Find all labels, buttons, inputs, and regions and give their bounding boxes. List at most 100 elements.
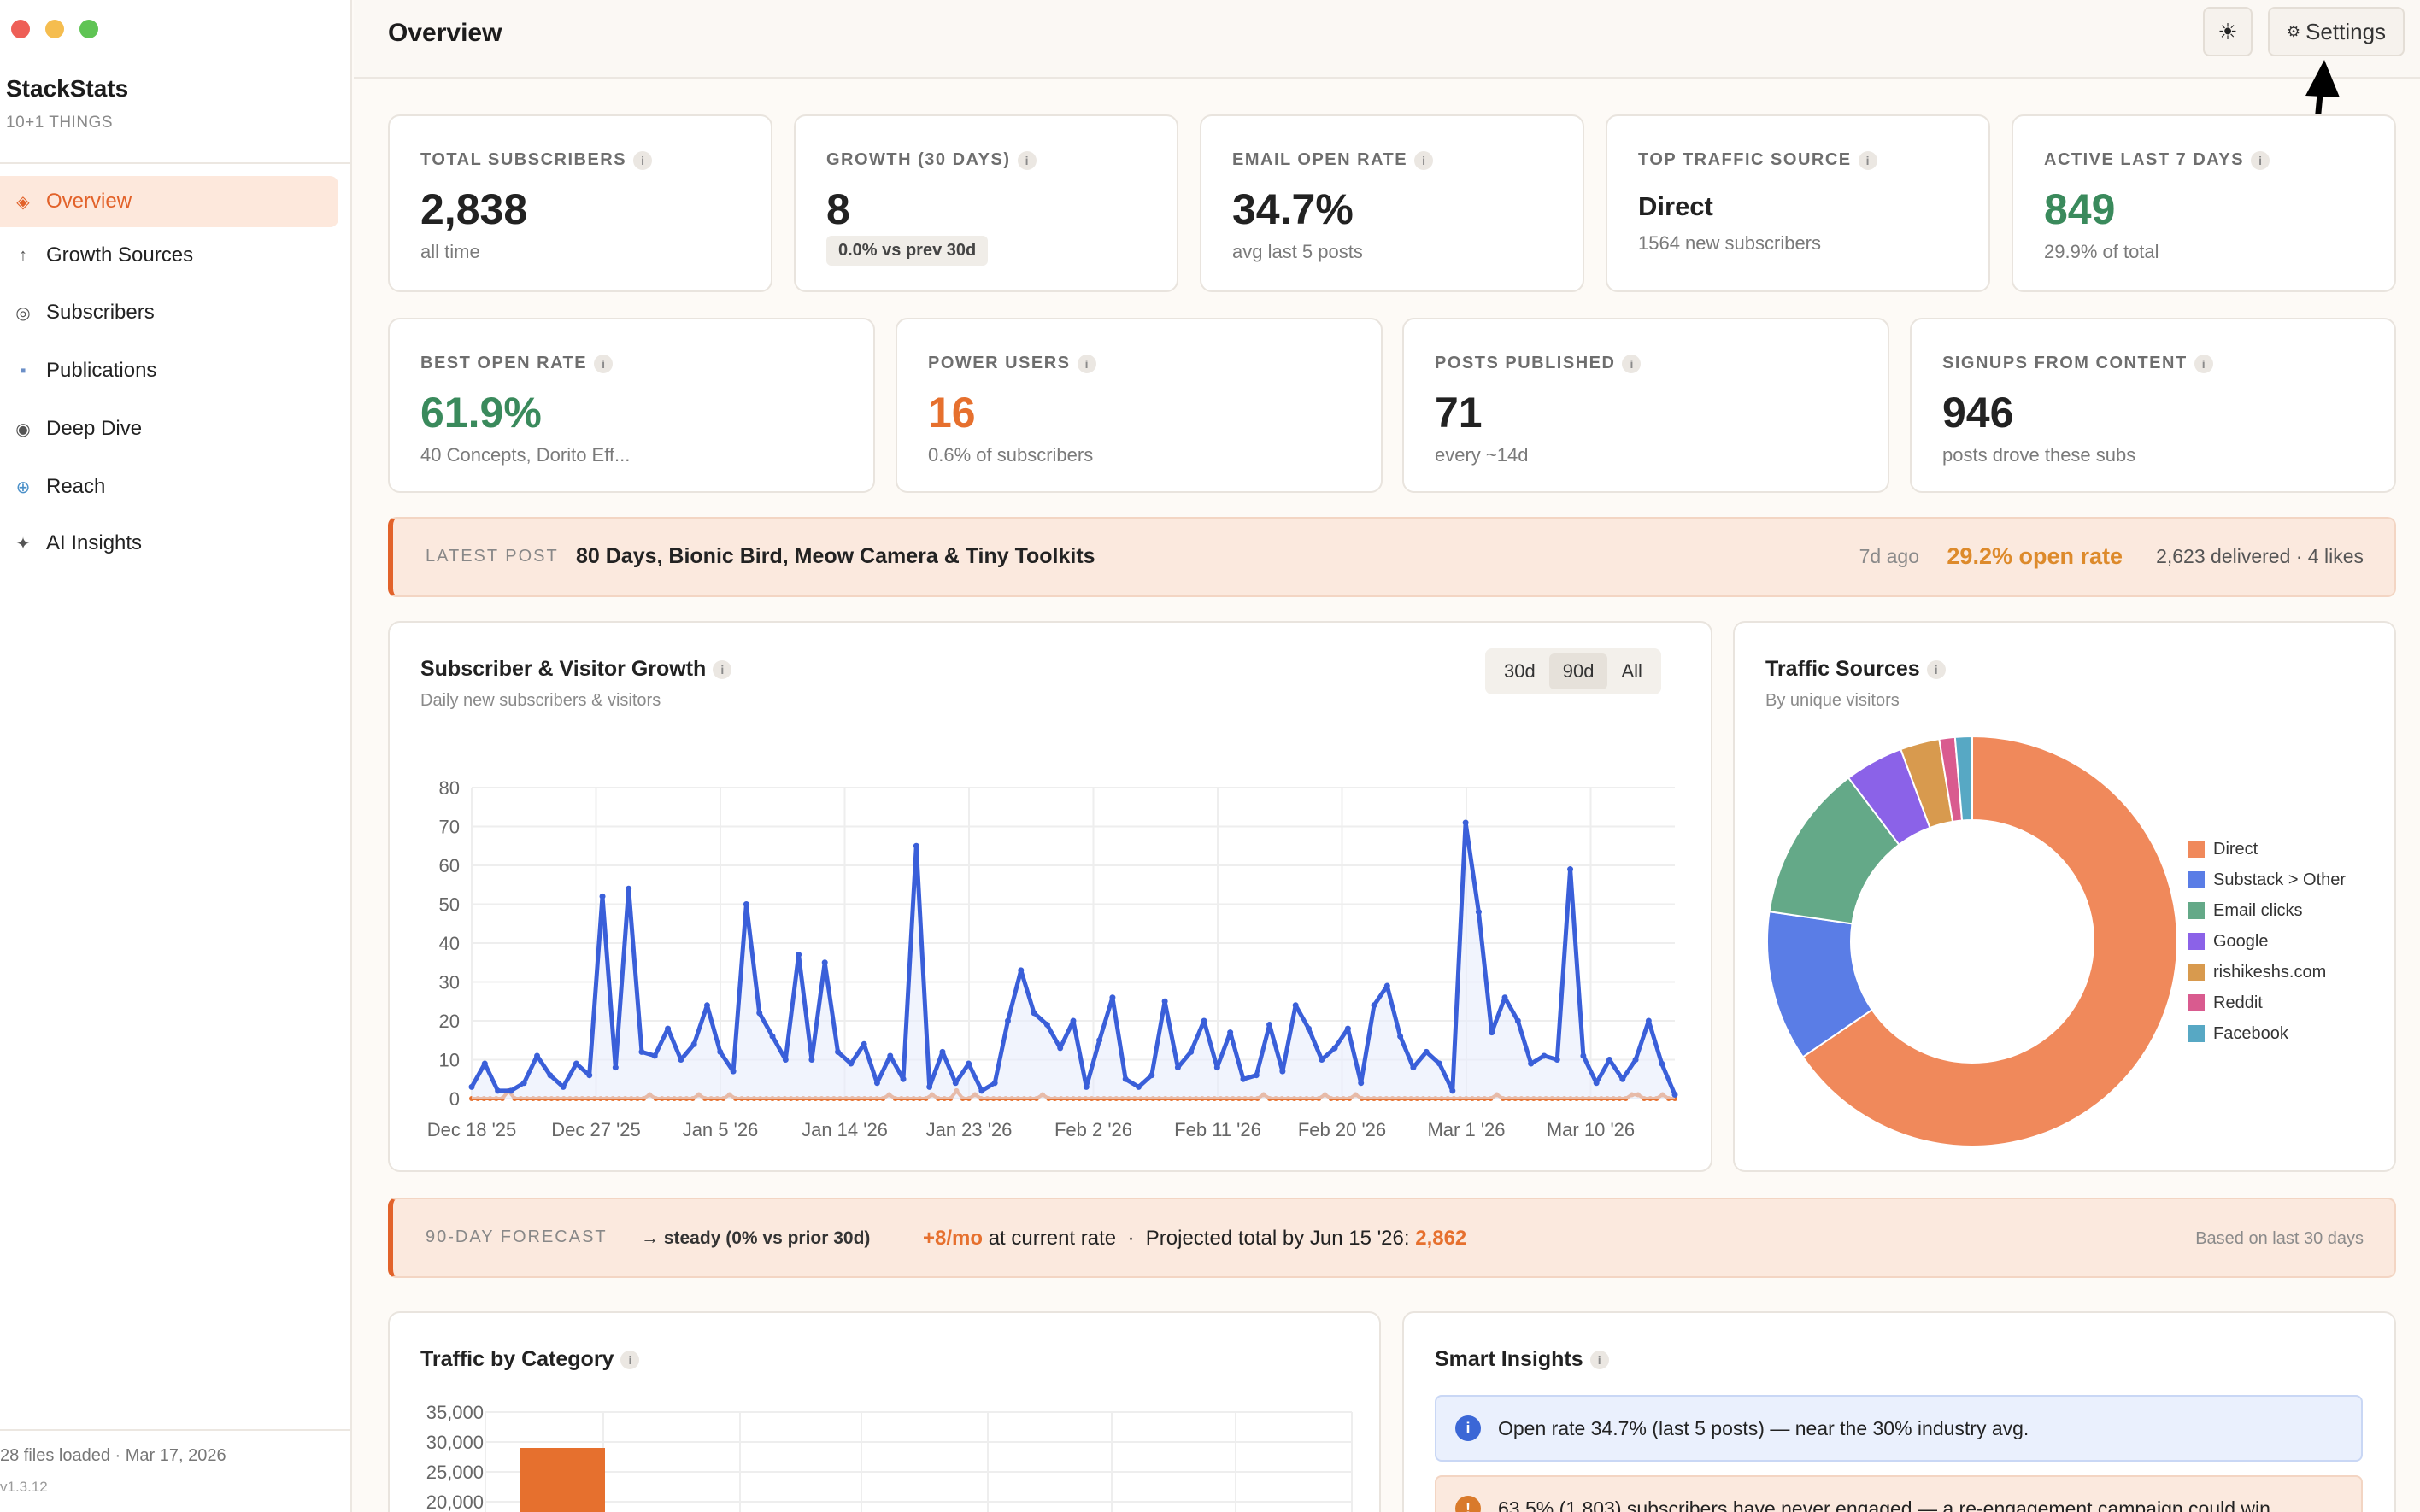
sidebar-item-ai-insights[interactable]: ✦ AI Insights: [0, 518, 338, 569]
range-all-button[interactable]: All: [1607, 653, 1655, 689]
window-minimize-button[interactable]: [45, 20, 64, 38]
unique-visitors-point: [1240, 1075, 1247, 1082]
unique-visitors-point: [743, 901, 749, 907]
info-icon[interactable]: i: [1622, 354, 1642, 373]
stat-label-text: TOP TRAFFIC SOURCE: [1638, 150, 1852, 169]
unique-visitors-point: [1383, 982, 1390, 989]
info-icon[interactable]: i: [1077, 354, 1096, 373]
donut-legend-label: Direct: [2213, 840, 2258, 859]
y-tick-label: 20: [439, 1011, 460, 1032]
app-name: StackStats: [6, 75, 129, 102]
range-90d-button[interactable]: 90d: [1548, 653, 1608, 689]
unique-visitors-point: [1018, 967, 1025, 974]
sidebar-footer-divider: [0, 1429, 352, 1431]
info-icon: i: [1455, 1415, 1481, 1441]
settings-button[interactable]: ⚙ Settings: [2268, 7, 2405, 56]
unique-visitors-point: [651, 1052, 658, 1059]
sidebar-item-label: Publications: [46, 359, 157, 382]
forecast-label: 90-DAY FORECAST: [426, 1228, 608, 1246]
unique-visitors-point: [991, 1080, 998, 1087]
info-icon[interactable]: i: [1589, 1351, 1609, 1370]
y-tick-label: 35,000: [426, 1402, 484, 1423]
unique-visitors-point: [1567, 866, 1574, 873]
forecast-rate: +8/mo: [923, 1227, 984, 1250]
unique-visitors-point: [730, 1068, 737, 1075]
theme-toggle-button[interactable]: ☀: [2203, 7, 2253, 56]
unique-visitors-point: [1671, 1091, 1678, 1098]
stat-sub: 0.6% of subscribers: [928, 444, 1094, 466]
stat-label: POSTS PUBLISHED i: [1435, 354, 1642, 373]
smart-insights-card: Smart Insights i i Open rate 34.7% (last …: [1402, 1311, 2396, 1512]
unique-visitors-point: [873, 1080, 880, 1087]
unique-visitors-point: [1501, 994, 1508, 1001]
info-icon[interactable]: i: [620, 1351, 640, 1370]
traffic-category-bar-chart: 35,000 30,000 25,000 20,000: [426, 1402, 1353, 1512]
files-loaded-status: 28 files loaded · Mar 17, 2026: [0, 1446, 226, 1465]
stat-sub: posts drove these subs: [1942, 444, 2136, 466]
page-title: Overview: [388, 19, 502, 47]
latest-post-banner[interactable]: LATEST POST 80 Days, Bionic Bird, Meow C…: [388, 517, 2396, 597]
unique-visitors-point: [1057, 1045, 1064, 1052]
sidebar-item-subscribers[interactable]: ◎ Subscribers: [0, 287, 338, 338]
sidebar-item-reach[interactable]: ⊕ Reach: [0, 461, 338, 513]
unique-visitors-point: [939, 1048, 946, 1055]
sidebar-item-growth-sources[interactable]: ↑ Growth Sources: [0, 230, 338, 281]
stat-label-text: TOTAL SUBSCRIBERS: [420, 150, 627, 169]
info-icon[interactable]: i: [713, 660, 732, 680]
y-tick-label: 30: [439, 972, 460, 993]
circle-dot-icon: ◉: [15, 419, 31, 439]
stat-sub: 40 Concepts, Dorito Eff...: [420, 444, 631, 466]
stat-card-posts-published: POSTS PUBLISHED i 71 every ~14d: [1402, 318, 1889, 493]
unique-visitors-point: [1201, 1017, 1207, 1024]
info-icon[interactable]: i: [1017, 150, 1037, 170]
stat-value: 2,838: [420, 185, 528, 233]
unique-visitors-point: [769, 1033, 776, 1040]
unique-visitors-point: [690, 1040, 697, 1047]
unique-visitors-point: [756, 1010, 763, 1017]
unique-visitors-point: [1109, 994, 1116, 1001]
window-zoom-button[interactable]: [79, 20, 98, 38]
info-icon[interactable]: i: [2251, 150, 2270, 170]
diamond-icon: ◈: [16, 192, 30, 212]
info-icon[interactable]: i: [633, 150, 653, 170]
unique-visitors-point: [1161, 998, 1168, 1005]
info-icon[interactable]: i: [1858, 150, 1877, 170]
unique-visitors-point: [1462, 819, 1469, 826]
window-close-button[interactable]: [11, 20, 30, 38]
latest-post-title[interactable]: 80 Days, Bionic Bird, Meow Camera & Tiny…: [576, 544, 1095, 569]
app-subtitle: 10+1 THINGS: [6, 114, 114, 132]
gear-icon: ⚙: [2286, 22, 2301, 40]
stat-label: ACTIVE LAST 7 DAYS i: [2044, 150, 2270, 170]
info-icon[interactable]: i: [594, 354, 614, 373]
category-bar: [520, 1448, 605, 1512]
donut-legend-label: Google: [2213, 932, 2269, 951]
sidebar-item-publications[interactable]: ▪ Publications: [0, 345, 338, 396]
traffic-sources-title-row: Traffic Sources i: [1765, 657, 1946, 682]
unique-visitors-point: [495, 1087, 502, 1094]
unique-visitors-point: [821, 959, 828, 966]
stat-card-email-open-rate: EMAIL OPEN RATE i 34.7% avg last 5 posts: [1200, 114, 1584, 292]
stat-value: 34.7%: [1232, 185, 1354, 233]
id-card-icon: ▪: [20, 360, 26, 380]
range-30d-button[interactable]: 30d: [1490, 653, 1549, 689]
info-icon[interactable]: i: [1414, 150, 1434, 170]
sidebar-item-deep-dive[interactable]: ◉ Deep Dive: [0, 403, 338, 454]
y-tick-label: 10: [439, 1050, 460, 1071]
sidebar-item-overview[interactable]: ◈ Overview: [0, 176, 338, 227]
stat-label: EMAIL OPEN RATE i: [1232, 150, 1434, 170]
donut-legend-label: Reddit: [2213, 993, 2263, 1012]
traffic-category-title: Traffic by Category: [420, 1347, 614, 1371]
unique-visitors-point: [1489, 1029, 1495, 1036]
unique-visitors-point: [1279, 1068, 1286, 1075]
sidebar-item-label: Overview: [46, 190, 132, 213]
unique-visitors-point: [1619, 1075, 1626, 1082]
warning-icon: !: [1455, 1496, 1481, 1512]
unique-visitors-point: [703, 1002, 710, 1009]
unique-visitors-point: [638, 1048, 645, 1055]
unique-visitors-point: [1410, 1064, 1417, 1071]
info-icon[interactable]: i: [1926, 660, 1946, 680]
info-icon[interactable]: i: [2194, 354, 2213, 373]
unique-visitors-point: [547, 1072, 554, 1079]
stat-label-text: GROWTH (30 DAYS): [826, 150, 1011, 169]
stat-value: 16: [928, 389, 976, 437]
